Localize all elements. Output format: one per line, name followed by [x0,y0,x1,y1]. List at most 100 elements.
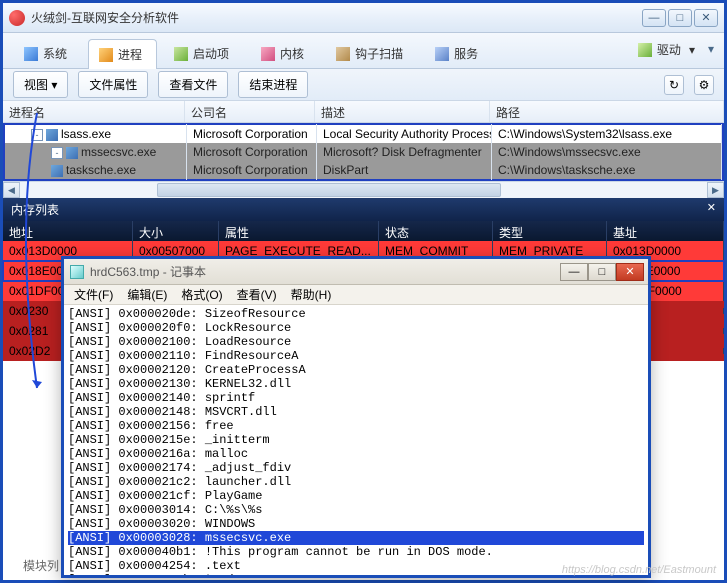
tree-collapse-icon[interactable]: - [31,129,43,141]
np-minimize-button[interactable]: — [560,263,588,281]
scroll-left-arrow[interactable]: ◀ [3,182,20,198]
menu-edit[interactable]: 编辑(E) [121,284,173,305]
notepad-titlebar[interactable]: hrdC563.tmp - 记事本 — □ ✕ [64,259,648,285]
tab-system[interactable]: 系统 [13,38,82,68]
tab-label: 钩子扫描 [355,45,403,62]
column-desc[interactable]: 描述 [315,101,490,122]
notepad-line: [ANSI] 0x00002148: MSVCRT.dll [68,405,644,419]
bottom-panel-label: 模块列 [23,557,59,574]
refresh-button[interactable]: ↻ [664,75,684,95]
viewfile-button[interactable]: 查看文件 [158,71,228,98]
memory-panel-header: 内存列表 ✕ [3,198,724,221]
process-table: 进程名 公司名 描述 路径 -lsass.exe Microsoft Corpo… [3,101,724,198]
notepad-line: [ANSI] 0x00002140: sprintf [68,391,644,405]
gear-icon: ⚙ [699,78,710,92]
mcol-type[interactable]: 类型 [493,221,607,241]
settings-button[interactable]: ⚙ [694,75,714,95]
fileattr-button[interactable]: 文件属性 [78,71,148,98]
chevron-down-icon: ▾ [689,43,695,57]
tab-driver[interactable]: 驱动 ▾ [629,36,704,62]
notepad-line: [ANSI] 0x00003020: WINDOWS [68,517,644,531]
notepad-line: [ANSI] 0x00002130: KERNEL32.dll [68,377,644,391]
service-icon [435,47,449,61]
refresh-icon: ↻ [669,78,679,92]
notepad-line: [ANSI] 0x0000427b: `.rdata [68,573,644,575]
mcol-base[interactable]: 基址 [607,221,724,241]
np-close-button[interactable]: ✕ [616,263,644,281]
tab-service[interactable]: 服务 [424,38,493,68]
column-path[interactable]: 路径 [490,101,724,122]
tab-process[interactable]: 进程 [88,39,157,69]
kernel-icon [261,47,275,61]
tab-startup[interactable]: 启动项 [163,38,244,68]
proc-company: Microsoft Corporation [187,124,317,144]
sub-toolbar: 视图 ▾ 文件属性 查看文件 结束进程 ↻ ⚙ [3,69,724,101]
menu-format[interactable]: 格式(O) [175,284,228,305]
monitor-icon [24,47,38,61]
process-row[interactable]: -lsass.exe Microsoft Corporation Local S… [5,125,722,143]
tab-label: 内核 [280,45,304,62]
notepad-window: hrdC563.tmp - 记事本 — □ ✕ 文件(F) 编辑(E) 格式(O… [61,256,651,578]
notepad-line: [ANSI] 0x0000216a: malloc [68,447,644,461]
column-company[interactable]: 公司名 [185,101,315,122]
proc-company: Microsoft Corporation [187,160,317,180]
tree-collapse-icon[interactable]: - [51,147,63,159]
proc-desc: DiskPart [317,160,492,180]
notepad-line: [ANSI] 0x00002100: LoadResource [68,335,644,349]
rocket-icon [174,47,188,61]
notepad-line: [ANSI] 0x00004254: .text [68,559,644,573]
notepad-line: [ANSI] 0x000040b1: !This program cannot … [68,545,644,559]
mcol-size[interactable]: 大小 [133,221,219,241]
notepad-line: [ANSI] 0x00002156: free [68,419,644,433]
notepad-line: [ANSI] 0x0000215e: _initterm [68,433,644,447]
endproc-button[interactable]: 结束进程 [238,71,308,98]
notepad-body[interactable]: [ANSI] 0x000020de: SizeofResource[ANSI] … [64,305,648,575]
tab-label: 启动项 [193,45,229,62]
column-name[interactable]: 进程名 [3,101,185,122]
app-icon [9,10,25,26]
mcol-state[interactable]: 状态 [379,221,493,241]
proc-name: tasksche.exe [66,163,136,177]
proc-desc: Microsoft? Disk Defragmenter [317,142,492,162]
scroll-thumb[interactable] [157,183,501,197]
menu-help[interactable]: 帮助(H) [285,284,338,305]
chevron-down-icon[interactable]: ▾ [708,42,714,56]
notepad-line: [ANSI] 0x000020de: SizeofResource [68,307,644,321]
proc-name: mssecsvc.exe [81,145,156,159]
maximize-button[interactable]: □ [668,9,692,27]
scroll-right-arrow[interactable]: ▶ [707,182,724,198]
np-maximize-button[interactable]: □ [588,263,616,281]
notepad-line: [ANSI] 0x000020f0: LockResource [68,321,644,335]
notepad-line: [ANSI] 0x00003028: mssecsvc.exe [68,531,644,545]
app-title: 火绒剑-互联网安全分析软件 [31,9,642,26]
menu-view[interactable]: 查看(V) [231,284,283,305]
process-row[interactable]: -mssecsvc.exe Microsoft Corporation Micr… [5,143,722,161]
view-dropdown[interactable]: 视图 ▾ [13,71,68,98]
tab-label: 驱动 [657,41,681,58]
tab-hook[interactable]: 钩子扫描 [325,38,418,68]
process-rows: -lsass.exe Microsoft Corporation Local S… [3,123,724,181]
notepad-icon [70,265,84,279]
horizontal-scrollbar[interactable]: ◀ ▶ [3,181,724,198]
menu-file[interactable]: 文件(F) [68,284,119,305]
memory-table-header: 地址 大小 属性 状态 类型 基址 [3,221,724,241]
exe-icon [51,165,63,177]
notepad-menubar: 文件(F) 编辑(E) 格式(O) 查看(V) 帮助(H) [64,285,648,305]
proc-desc: Local Security Authority Process [317,124,492,144]
hook-icon [336,47,350,61]
notepad-line: [ANSI] 0x00002120: CreateProcessA [68,363,644,377]
tab-label: 服务 [454,45,478,62]
minimize-button[interactable]: — [642,9,666,27]
mcol-addr[interactable]: 地址 [3,221,133,241]
cube-icon [99,48,113,62]
notepad-line: [ANSI] 0x00002110: FindResourceA [68,349,644,363]
window-buttons: — □ ✕ [642,9,718,27]
close-icon[interactable]: ✕ [707,201,716,218]
mcol-attr[interactable]: 属性 [219,221,379,241]
notepad-line: [ANSI] 0x00002174: _adjust_fdiv [68,461,644,475]
watermark: https://blog.csdn.net/Eastmount [562,564,716,576]
close-button[interactable]: ✕ [694,9,718,27]
proc-path: C:\Windows\System32\lsass.exe [492,124,722,144]
tab-kernel[interactable]: 内核 [250,38,319,68]
process-row[interactable]: tasksche.exe Microsoft Corporation DiskP… [5,161,722,179]
